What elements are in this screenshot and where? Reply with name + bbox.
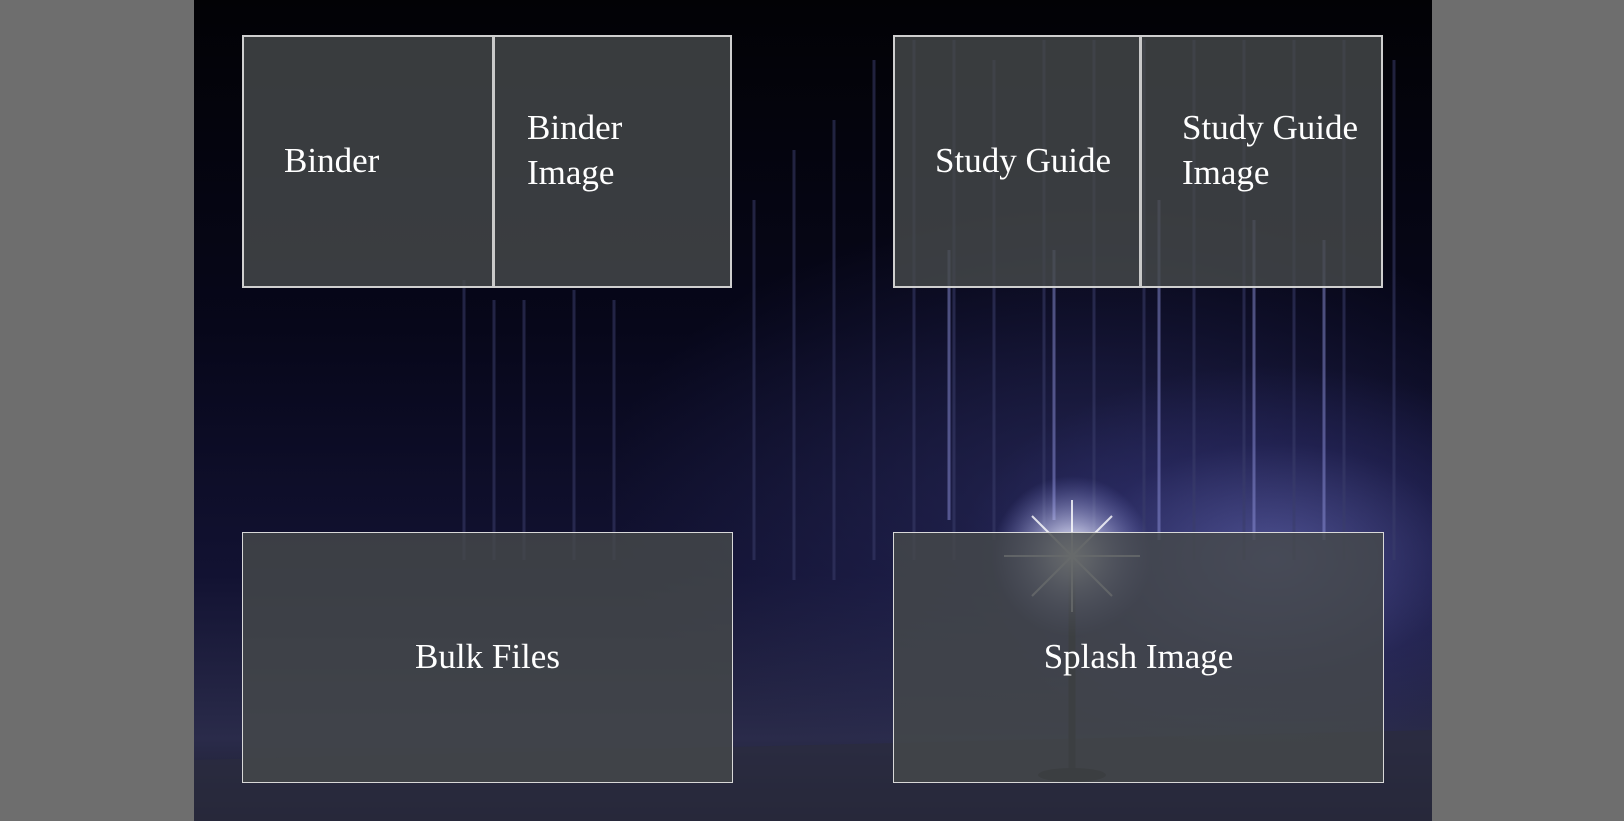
splash-image-label: Splash Image [1043,637,1234,677]
bulk-files-label: Bulk Files [415,637,560,677]
study-guide-button[interactable]: Study Guide [895,37,1139,286]
binder-label: Binder [284,141,380,181]
study-guide-image-label: Study Guide Image [1182,107,1358,192]
binder-image-label: Binder Image [527,107,623,192]
binder-image-button[interactable]: Binder Image [492,37,730,286]
study-guide-image-button[interactable]: Study Guide Image [1139,37,1381,286]
binder-button[interactable]: Binder [244,37,492,286]
study-guide-label: Study Guide [935,141,1111,181]
main-stage: Binder Binder Image Study Guide Study Gu… [194,0,1432,821]
binder-tile-group: Binder Binder Image [242,35,732,288]
study-guide-tile-group: Study Guide Study Guide Image [893,35,1383,288]
bulk-files-button[interactable]: Bulk Files [242,532,733,783]
splash-image-button[interactable]: Splash Image [893,532,1384,783]
